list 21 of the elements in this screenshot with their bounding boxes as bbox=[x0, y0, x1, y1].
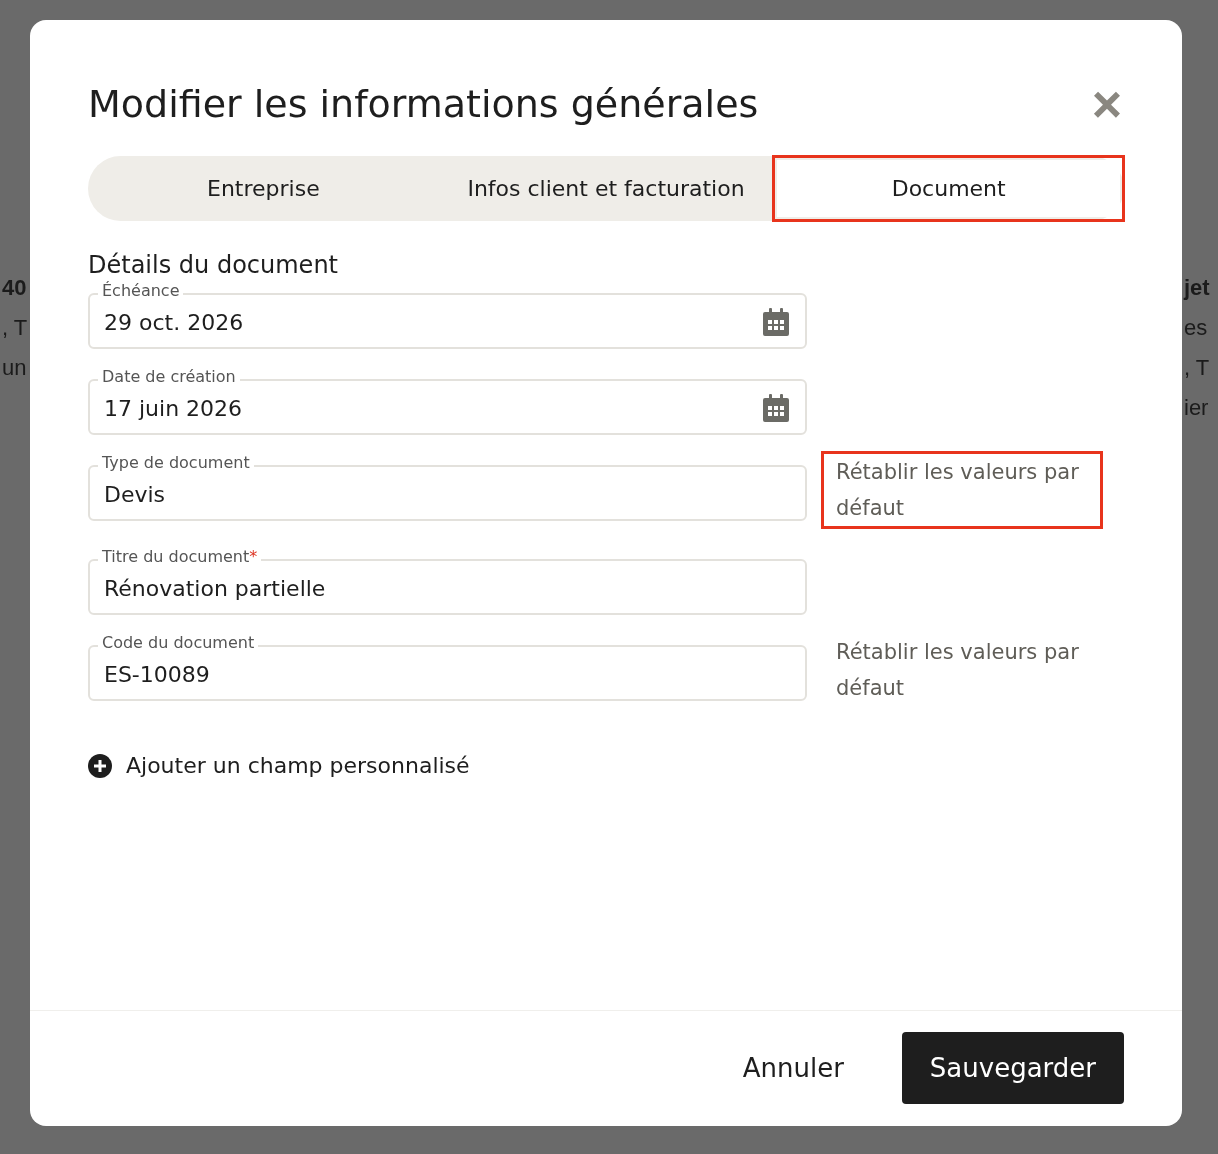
save-button[interactable]: Sauvegarder bbox=[901, 1032, 1124, 1104]
background-text: un bbox=[2, 354, 28, 382]
add-field-button[interactable]: Ajouter un champ personnalisé bbox=[88, 753, 470, 778]
background-text: jet bbox=[1184, 274, 1210, 302]
background-text: , T bbox=[2, 314, 28, 342]
background-text: , T bbox=[1184, 354, 1210, 382]
background-text: es bbox=[1184, 314, 1209, 342]
cancel-button[interactable]: Annuler bbox=[718, 1032, 868, 1104]
reset-link[interactable]: Rétablir les valeurs par défaut bbox=[821, 631, 1103, 709]
background-text: ier bbox=[1184, 394, 1210, 422]
plus-icon bbox=[88, 753, 112, 778]
section-title: Détails du document bbox=[88, 251, 339, 279]
field-label: Type de document bbox=[98, 453, 254, 473]
calendar-icon[interactable] bbox=[763, 308, 789, 336]
tab[interactable]: Entreprise bbox=[92, 160, 435, 217]
background-text: 40 bbox=[2, 274, 28, 302]
calendar-icon[interactable] bbox=[763, 394, 789, 422]
reset-link[interactable]: Rétablir les valeurs par défaut bbox=[821, 451, 1103, 529]
close-button[interactable]: × bbox=[1089, 84, 1124, 124]
tab[interactable]: Infos client et facturation bbox=[434, 160, 778, 217]
dialog-title: Modifier les informations générales bbox=[88, 82, 759, 126]
